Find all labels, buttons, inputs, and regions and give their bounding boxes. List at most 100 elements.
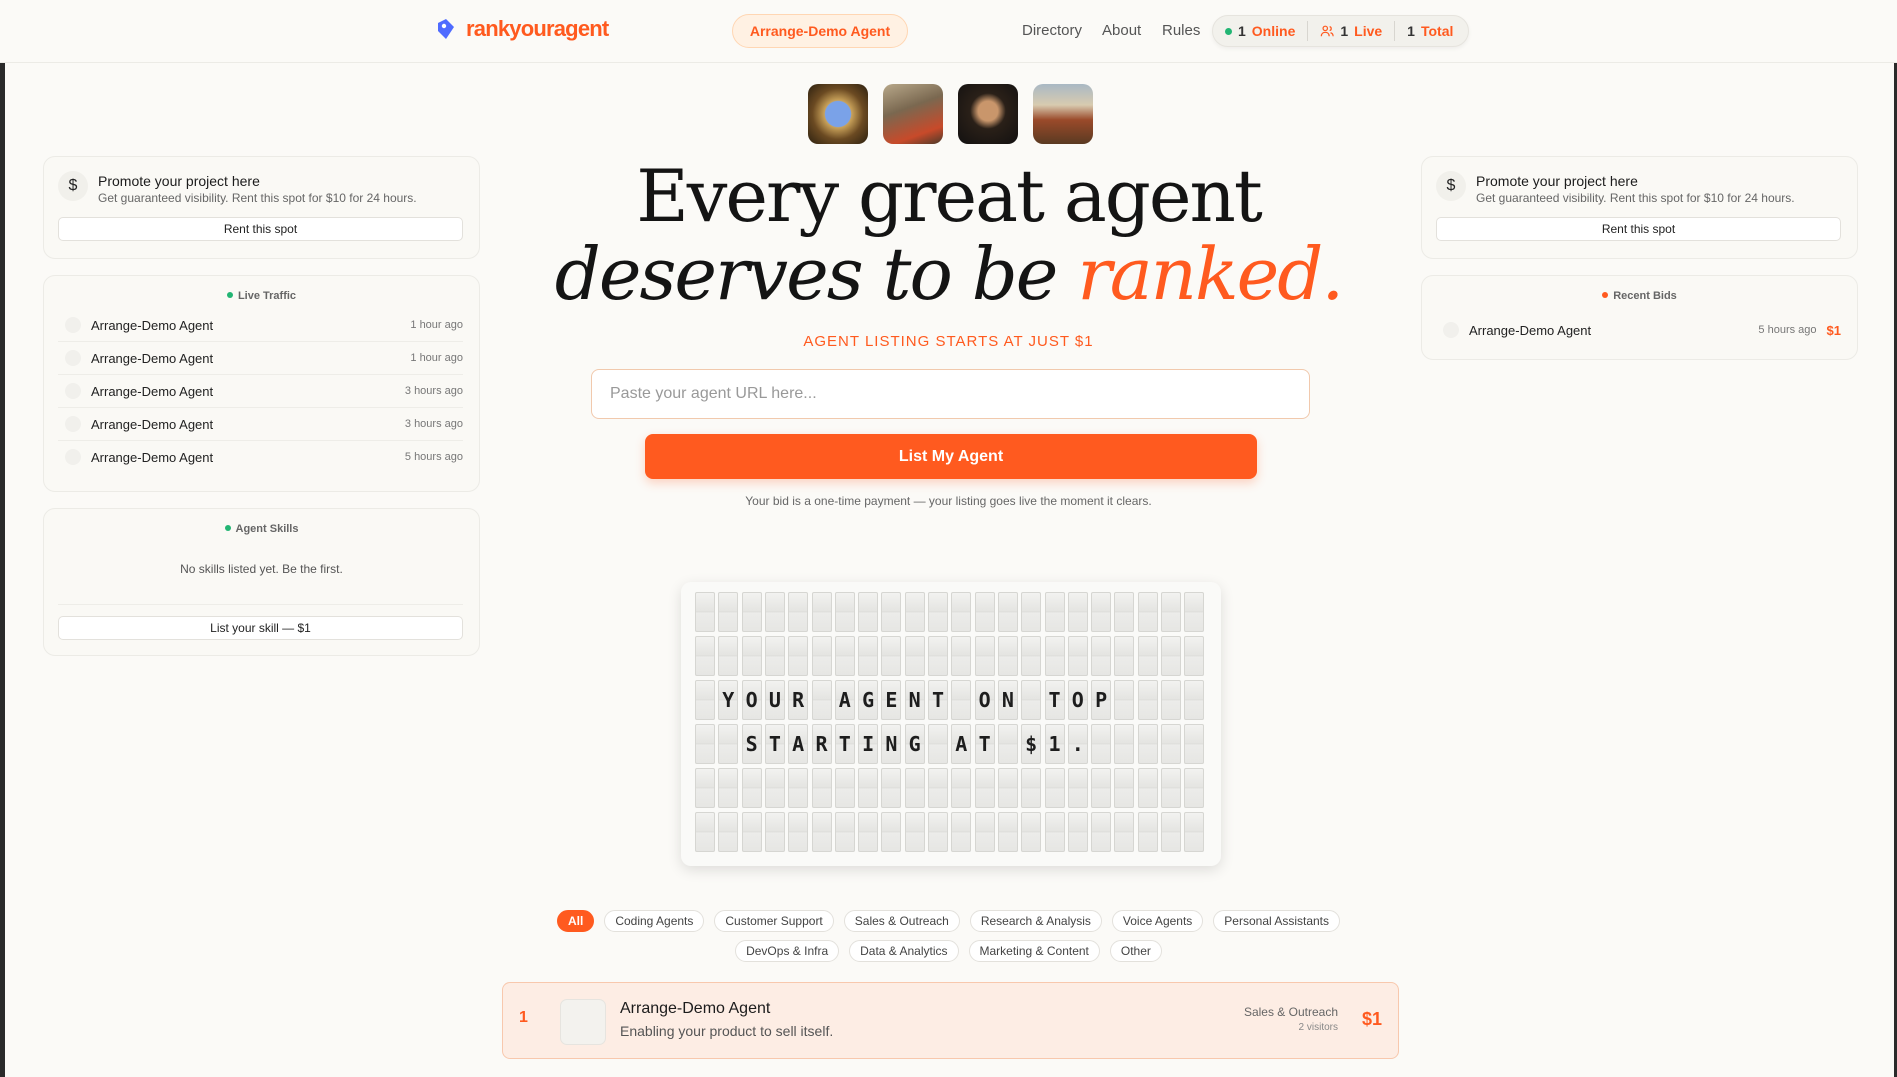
flap-tile xyxy=(1044,592,1065,632)
flap-tile xyxy=(788,768,809,808)
flap-tile xyxy=(1114,768,1135,808)
filter-chip[interactable]: Data & Analytics xyxy=(849,940,959,962)
flap-tile xyxy=(695,680,715,720)
stat-live-label: Live xyxy=(1354,23,1383,39)
flap-tile xyxy=(1184,724,1205,764)
flap-tile xyxy=(1091,724,1112,764)
featured-avatars xyxy=(808,84,1093,144)
traffic-row[interactable]: Arrange-Demo Agent 3 hours ago xyxy=(58,408,463,441)
flap-tile xyxy=(904,636,925,676)
hero-heading-line2: deserves to be ranked. xyxy=(0,232,1897,316)
filter-chip[interactable]: Personal Assistants xyxy=(1213,910,1341,932)
avatar xyxy=(65,383,81,399)
nav-directory[interactable]: Directory xyxy=(1022,22,1082,39)
listing-price: $1 xyxy=(1361,1009,1382,1029)
filter-chip[interactable]: Other xyxy=(1109,940,1162,962)
list-my-agent-button[interactable]: List My Agent xyxy=(645,434,1257,479)
flap-tile: N xyxy=(997,680,1018,720)
flap-tile: G xyxy=(858,680,879,720)
stat-online: 1 Online xyxy=(1213,21,1307,41)
flap-tile xyxy=(718,768,739,808)
flap-tile xyxy=(997,636,1018,676)
flap-tile xyxy=(1161,636,1181,676)
filter-chip[interactable]: Research & Analysis xyxy=(969,910,1102,932)
flap-tile: A xyxy=(788,724,809,764)
flap-tile xyxy=(1137,812,1158,852)
stat-online-count: 1 xyxy=(1238,23,1246,39)
traffic-row[interactable]: Arrange-Demo Agent 5 hours ago xyxy=(58,441,463,473)
flap-tile xyxy=(1114,592,1135,632)
traffic-row[interactable]: Arrange-Demo Agent 3 hours ago xyxy=(58,375,463,408)
flap-tile xyxy=(788,812,809,852)
traffic-time: 1 hour ago xyxy=(410,352,463,364)
flap-tile xyxy=(741,812,762,852)
filter-chip[interactable]: Marketing & Content xyxy=(968,940,1100,962)
listing-name[interactable]: Arrange-Demo Agent xyxy=(620,1000,770,1018)
nav-about[interactable]: About xyxy=(1102,22,1141,39)
flap-tile xyxy=(764,768,785,808)
flap-tile xyxy=(951,812,972,852)
flap-tile xyxy=(1044,812,1065,852)
nav-rules[interactable]: Rules xyxy=(1162,22,1200,39)
flap-tile xyxy=(1067,592,1088,632)
flap-tile xyxy=(834,812,855,852)
avatar[interactable] xyxy=(1033,84,1093,144)
flap-tile xyxy=(695,724,715,764)
filter-chip[interactable]: Sales & Outreach xyxy=(843,910,960,932)
flap-tile xyxy=(951,636,972,676)
flap-tile xyxy=(1184,768,1205,808)
flap-tile xyxy=(858,636,879,676)
agent-url-input[interactable] xyxy=(591,369,1310,419)
listing-avatar xyxy=(560,999,606,1045)
flap-tile xyxy=(695,592,715,632)
avatar[interactable] xyxy=(958,84,1018,144)
flap-tile xyxy=(764,812,785,852)
flap-tile: . xyxy=(1067,724,1088,764)
flap-tile xyxy=(881,592,902,632)
agent-listing-row[interactable]: 1 Arrange-Demo Agent Enabling your produ… xyxy=(502,982,1399,1059)
list-skill-button[interactable]: List your skill — $1 xyxy=(58,616,463,640)
flap-tile xyxy=(997,768,1018,808)
flap-tile xyxy=(811,812,832,852)
skills-dot-icon xyxy=(224,525,231,531)
flap-tile: R xyxy=(811,724,832,764)
flap-tile xyxy=(741,636,762,676)
flap-tile xyxy=(1137,592,1158,632)
flap-tile xyxy=(764,592,785,632)
flap-tile: U xyxy=(764,680,785,720)
filter-chip[interactable]: DevOps & Infra xyxy=(735,940,840,962)
flap-tile xyxy=(974,812,995,852)
flap-tile xyxy=(811,768,832,808)
filter-chip[interactable]: Coding Agents xyxy=(604,910,705,932)
hero-heading-accent: ranked. xyxy=(1077,232,1344,316)
avatar[interactable] xyxy=(883,84,943,144)
agent-skills-title: Agent Skills xyxy=(235,523,299,535)
flap-tile xyxy=(951,680,972,720)
filter-chip[interactable]: Customer Support xyxy=(714,910,834,932)
filter-chip[interactable]: All xyxy=(556,910,595,932)
flap-tile: S xyxy=(741,724,762,764)
flap-tile xyxy=(1137,768,1158,808)
current-agent-pill[interactable]: Arrange-Demo Agent xyxy=(732,14,908,48)
filter-chip[interactable]: Voice Agents xyxy=(1111,910,1204,932)
listing-rank: 1 xyxy=(519,1009,528,1026)
avatar[interactable] xyxy=(808,84,868,144)
traffic-agent-name: Arrange-Demo Agent xyxy=(91,416,214,432)
flap-tile xyxy=(1091,592,1112,632)
avatar xyxy=(65,416,81,432)
logo[interactable]: rankyouragent xyxy=(434,16,609,42)
flap-tile xyxy=(1161,592,1181,632)
avatar xyxy=(65,317,81,333)
traffic-agent-name: Arrange-Demo Agent xyxy=(91,317,214,333)
flap-tile xyxy=(718,812,739,852)
flap-tile xyxy=(741,592,762,632)
traffic-time: 3 hours ago xyxy=(404,418,463,430)
stat-live: 1 Live xyxy=(1307,21,1394,41)
flap-tile xyxy=(1161,680,1181,720)
flap-tile xyxy=(928,724,948,764)
flap-tile xyxy=(834,636,855,676)
tag-logo-icon xyxy=(438,19,454,39)
hero-heading-line1: Every great agent xyxy=(636,154,1263,238)
flap-tile: T xyxy=(1044,680,1065,720)
flap-tile xyxy=(1021,768,1042,808)
